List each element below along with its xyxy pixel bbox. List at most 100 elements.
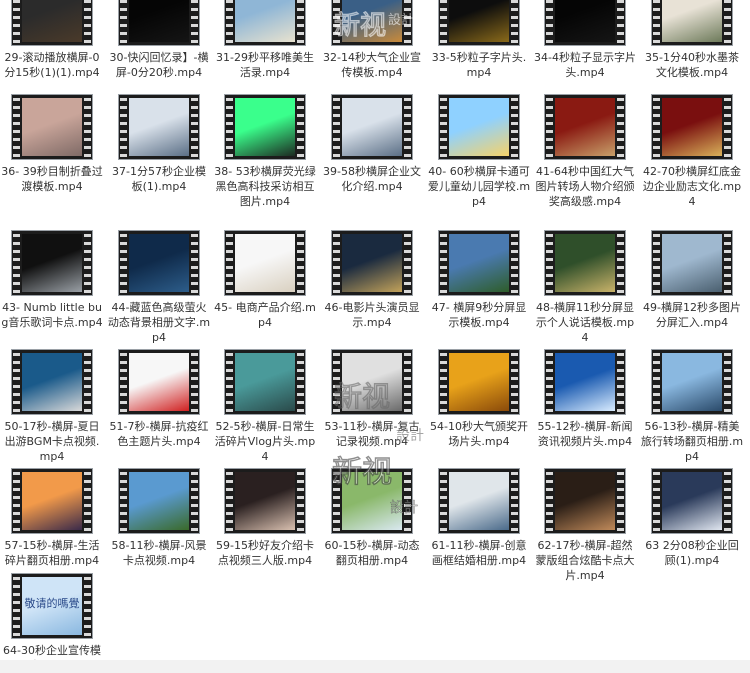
video-thumbnail[interactable] (544, 230, 626, 296)
film-sprocket-left (653, 350, 660, 414)
file-item[interactable]: 44-藏蓝色高级萤火动态背景相册文字.mp4 (107, 230, 211, 345)
file-item[interactable]: 55-12秒-横屏-新闻资讯视频片头.mp4 (533, 349, 637, 449)
film-sprocket-left (546, 95, 553, 159)
film-sprocket-right (404, 469, 411, 533)
video-thumbnail[interactable] (224, 349, 306, 415)
file-item[interactable]: 56-13秒-横屏-精美旅行转场翻页相册.mp4 (640, 349, 744, 464)
video-thumbnail[interactable] (118, 0, 200, 46)
file-item[interactable]: 31-29秒平移唯美生活录.mp4 (213, 0, 317, 80)
video-thumbnail[interactable] (651, 94, 733, 160)
video-thumbnail[interactable] (438, 94, 520, 160)
video-thumbnail[interactable] (11, 468, 93, 534)
film-sprocket-left (120, 95, 127, 159)
video-thumbnail[interactable] (438, 0, 520, 46)
video-thumbnail[interactable] (118, 230, 200, 296)
video-thumbnail[interactable]: 敬请的嗎覺 (11, 573, 93, 639)
video-thumbnail[interactable] (438, 468, 520, 534)
file-item[interactable]: 57-15秒-横屏-生活碎片翻页相册.mp4 (0, 468, 104, 568)
video-thumbnail[interactable] (224, 0, 306, 46)
file-item[interactable]: 45- 电商产品介绍.mp4 (213, 230, 317, 330)
file-item[interactable]: 敬请的嗎覺64-30秒企业宣传模板.mp4 (0, 573, 104, 673)
film-sprocket-left (120, 0, 127, 45)
file-item[interactable]: 34-4秒粒子显示字片头.mp4 (533, 0, 637, 80)
file-item[interactable]: 49-横屏12秒多图片分屏汇入.mp4 (640, 230, 744, 330)
thumbnail-frame (555, 234, 615, 292)
file-item[interactable]: 40- 60秒横屏卡通可爱儿童幼儿园学校.mp4 (427, 94, 531, 209)
film-sprocket-left (13, 0, 20, 45)
file-item[interactable]: 63 2分08秒企业回顾(1).mp4 (640, 468, 744, 568)
thumbnail-frame (555, 98, 615, 156)
file-name: 56-13秒-横屏-精美旅行转场翻页相册.mp4 (640, 420, 744, 463)
file-item[interactable]: 33-5秒粒子字片头.mp4 (427, 0, 531, 80)
file-item[interactable]: 54-10秒大气颁奖开场片头.mp4 (427, 349, 531, 449)
film-sprocket-right (191, 0, 198, 45)
video-thumbnail[interactable] (11, 349, 93, 415)
thumbnail-frame (342, 234, 402, 292)
file-item[interactable]: 42-70秒横屏红底金边企业励志文化.mp4 (640, 94, 744, 209)
file-item[interactable]: 62-17秒-横屏-超然蒙版组合炫酷卡点大片.mp4 (533, 468, 637, 583)
video-thumbnail[interactable] (118, 94, 200, 160)
video-thumbnail[interactable] (11, 94, 93, 160)
video-thumbnail[interactable] (544, 94, 626, 160)
video-thumbnail[interactable] (331, 349, 413, 415)
file-name: 60-15秒-横屏-动态翻页相册.mp4 (324, 539, 420, 567)
file-item[interactable]: 43- Numb little bug音乐歌词卡点.mp4 (0, 230, 104, 330)
film-sprocket-right (297, 231, 304, 295)
file-item[interactable]: 30-快闪回忆录】-横屏-0分20秒.mp4 (107, 0, 211, 80)
video-thumbnail[interactable] (651, 349, 733, 415)
video-thumbnail[interactable] (118, 468, 200, 534)
film-sprocket-left (13, 231, 20, 295)
video-thumbnail[interactable] (438, 230, 520, 296)
video-thumbnail[interactable] (544, 349, 626, 415)
file-item[interactable]: 53-11秒-横屏-复古记录视频.mp4 (320, 349, 424, 449)
video-thumbnail[interactable] (651, 468, 733, 534)
video-thumbnail[interactable] (438, 349, 520, 415)
file-item[interactable]: 29-滚动播放横屏-0分15秒(1)(1).mp4 (0, 0, 104, 80)
file-item[interactable]: 59-15秒好友介绍卡点视频三人版.mp4 (213, 468, 317, 568)
video-thumbnail[interactable] (544, 468, 626, 534)
file-item[interactable]: 38- 53秒横屏荧光绿黑色高科技采访相互图片.mp4 (213, 94, 317, 209)
file-item[interactable]: 52-5秒-横屏-日常生活碎片Vlog片头.mp4 (213, 349, 317, 464)
video-thumbnail[interactable] (11, 0, 93, 46)
video-thumbnail[interactable] (224, 230, 306, 296)
file-item[interactable]: 41-64秒中国红大气图片转场人物介绍颁奖高级感.mp4 (533, 94, 637, 209)
film-sprocket-left (653, 0, 660, 45)
file-item[interactable]: 36- 39秒目制折叠过渡模板.mp4 (0, 94, 104, 194)
file-item[interactable]: 58-11秒-横屏-风景卡点视频.mp4 (107, 468, 211, 568)
video-thumbnail[interactable] (224, 468, 306, 534)
file-item[interactable]: 61-11秒-横屏-创意画框结婚相册.mp4 (427, 468, 531, 568)
file-item[interactable]: 37-1分57秒企业模板(1).mp4 (107, 94, 211, 194)
film-sprocket-right (617, 231, 624, 295)
film-sprocket-right (617, 469, 624, 533)
file-item[interactable]: 39-58秒横屏企业文化介绍.mp4 (320, 94, 424, 194)
video-thumbnail[interactable] (11, 230, 93, 296)
video-thumbnail[interactable] (651, 230, 733, 296)
file-name: 48-横屏11秒分屏显示个人说话模板.mp4 (535, 301, 635, 344)
video-thumbnail[interactable] (651, 0, 733, 46)
file-name: 47- 横屏9秒分屏显示模板.mp4 (431, 301, 527, 329)
video-thumbnail[interactable] (331, 0, 413, 46)
file-item[interactable]: 60-15秒-横屏-动态翻页相册.mp4 (320, 468, 424, 568)
film-sprocket-right (84, 95, 91, 159)
video-thumbnail[interactable] (118, 349, 200, 415)
file-item[interactable]: 50-17秒-横屏-夏日出游BGM卡点视频.mp4 (0, 349, 104, 464)
thumbnail-frame (235, 98, 295, 156)
thumbnail-frame (342, 0, 402, 42)
video-thumbnail[interactable] (331, 468, 413, 534)
video-thumbnail[interactable] (331, 94, 413, 160)
file-item[interactable]: 35-1分40秒水墨茶文化模板.mp4 (640, 0, 744, 80)
file-item[interactable]: 32-14秒大气企业宣传模板.mp4 (320, 0, 424, 80)
thumbnail-frame (662, 353, 722, 411)
film-sprocket-left (13, 95, 20, 159)
video-thumbnail[interactable] (544, 0, 626, 46)
file-item[interactable]: 46-电影片头演员显示.mp4 (320, 230, 424, 330)
video-thumbnail[interactable] (224, 94, 306, 160)
file-item[interactable]: 51-7秒-横屏-抗疫红色主题片头.mp4 (107, 349, 211, 449)
file-item[interactable]: 48-横屏11秒分屏显示个人说话模板.mp4 (533, 230, 637, 345)
video-thumbnail[interactable] (331, 230, 413, 296)
film-sprocket-right (84, 0, 91, 45)
file-grid: 29-滚动播放横屏-0分15秒(1)(1).mp4 30-快闪回忆录】-横屏-0分… (0, 0, 750, 673)
file-item[interactable]: 47- 横屏9秒分屏显示模板.mp4 (427, 230, 531, 330)
thumbnail-frame (235, 472, 295, 530)
thumbnail-frame (449, 98, 509, 156)
